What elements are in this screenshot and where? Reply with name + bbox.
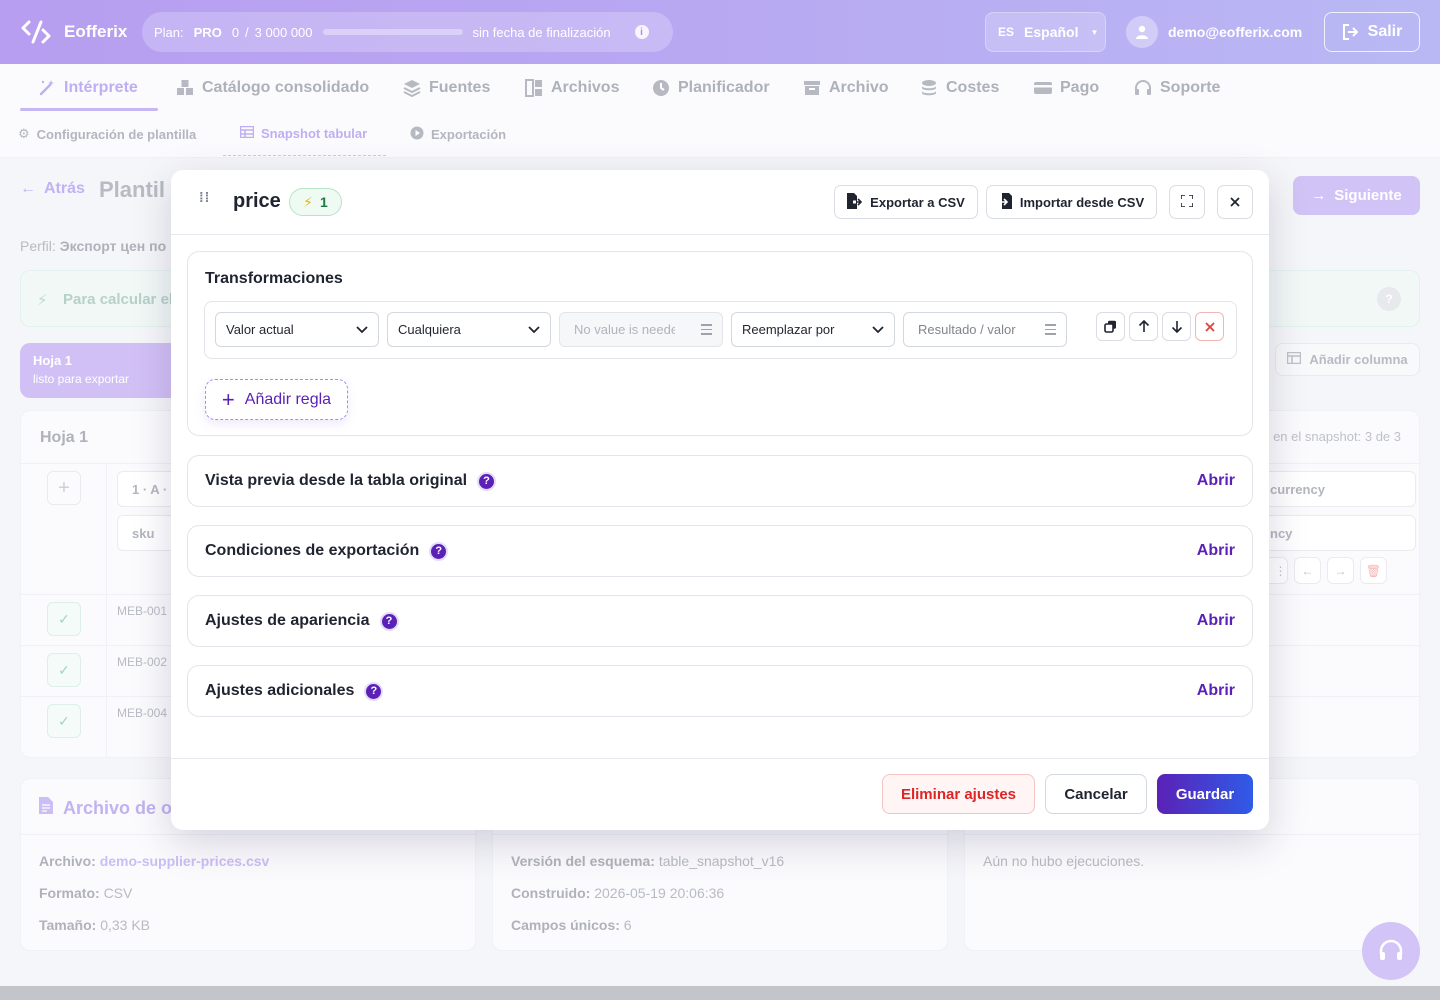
accordion-preview[interactable]: Vista previa desde la tabla original ? A… [187, 455, 1253, 507]
open-link[interactable]: Abrir [1197, 682, 1235, 700]
chevron-down-icon: ▼ [1090, 27, 1099, 37]
language-select[interactable]: ES Español ▼ [985, 12, 1106, 52]
accordion-title: Condiciones de exportación [205, 542, 420, 559]
plan-name: PRO [193, 24, 222, 40]
usage-separator: / [245, 24, 249, 40]
accordion-title: Ajustes adicionales [205, 682, 355, 699]
column-settings-modal: ⁞⁞ price ⚡ 1 Exportar a CSV Importar des… [171, 170, 1269, 830]
source-value: Valor actual [226, 322, 294, 337]
condition-value: Cualquiera [398, 322, 461, 337]
open-link[interactable]: Abrir [1197, 472, 1235, 490]
avatar [1126, 16, 1158, 48]
export-csv-label: Exportar a CSV [870, 194, 965, 210]
accordion-additional[interactable]: Ajustes adicionales ? Abrir [187, 665, 1253, 717]
modal-title: price [233, 190, 281, 212]
transformations-section: Transformaciones Valor actual Cualquiera… [187, 251, 1253, 436]
plan-status: Plan: PRO 0 / 3 000 000 sin fecha de fin… [142, 12, 673, 52]
plan-label: Plan: [154, 24, 184, 40]
open-link[interactable]: Abrir [1197, 542, 1235, 560]
user-email: demo@eofferix.com [1168, 24, 1303, 40]
badge-count: 1 [320, 194, 328, 210]
app-logo[interactable]: Eofferix [20, 18, 127, 46]
delete-settings-button[interactable]: Eliminar ajustes [882, 774, 1035, 814]
list-icon[interactable] [1045, 324, 1056, 335]
import-csv-button[interactable]: Importar desde CSV [986, 185, 1157, 219]
add-rule-label: Añadir regla [244, 390, 332, 408]
action-value: Reemplazar por [742, 322, 835, 337]
result-input[interactable]: Resultado / valor [903, 312, 1067, 347]
modal-footer-divider [171, 758, 1269, 759]
delete-rule-button[interactable] [1195, 312, 1224, 341]
result-placeholder: Resultado / valor [918, 322, 1016, 337]
accordion-title: Vista previa desde la tabla original [205, 472, 468, 489]
help-icon[interactable]: ? [429, 541, 449, 561]
cancel-button[interactable]: Cancelar [1045, 774, 1147, 814]
accordion-appearance[interactable]: Ajustes de apariencia ? Abrir [187, 595, 1253, 647]
copy-icon [1104, 320, 1116, 333]
language-code: ES [998, 25, 1015, 39]
action-select[interactable]: Reemplazar por [731, 312, 895, 347]
arrow-up-icon [1138, 320, 1149, 332]
file-import-icon [998, 192, 1012, 212]
move-down-button[interactable] [1162, 312, 1191, 341]
bottom-bar [0, 986, 1440, 1000]
help-icon[interactable]: ? [364, 681, 384, 701]
export-csv-button[interactable]: Exportar a CSV [834, 185, 978, 219]
rules-count-badge: ⚡ 1 [289, 188, 342, 216]
info-icon[interactable]: i [634, 25, 649, 39]
chevron-down-icon [872, 322, 884, 337]
usage-progress-bar [322, 29, 463, 35]
usage-total: 3 000 000 [254, 24, 313, 40]
close-icon [1204, 321, 1215, 332]
language-name: Español [1024, 24, 1079, 40]
source-select[interactable]: Valor actual [215, 312, 379, 347]
arrow-down-icon [1171, 321, 1182, 333]
condition-select[interactable]: Cualquiera [387, 312, 551, 347]
logout-icon [1342, 24, 1359, 40]
logout-button[interactable]: Salir [1324, 12, 1420, 52]
modal-header: ⁞⁞ price ⚡ 1 Exportar a CSV Importar des… [171, 170, 1269, 235]
import-csv-label: Importar desde CSV [1019, 194, 1145, 210]
close-button[interactable] [1217, 185, 1253, 219]
plus-icon: + [221, 386, 235, 412]
usage-used: 0 [231, 24, 240, 40]
duplicate-rule-button[interactable] [1096, 312, 1125, 341]
user-menu[interactable]: demo@eofferix.com [1126, 16, 1302, 48]
condition-value-placeholder: No value is needed [574, 322, 675, 337]
save-button[interactable]: Guardar [1157, 774, 1253, 814]
condition-value-input: No value is needed [559, 312, 723, 347]
logout-label: Salir [1367, 23, 1403, 40]
logo-icon [21, 20, 51, 44]
chevron-down-icon [528, 322, 540, 337]
app-name: Eofferix [64, 22, 128, 41]
chevron-down-icon [356, 322, 368, 337]
drag-handle-icon[interactable]: ⁞⁞ [199, 190, 210, 204]
plan-expiry: sin fecha de finalización [472, 24, 611, 40]
add-rule-button[interactable]: + Añadir regla [205, 379, 348, 420]
accordion-title: Ajustes de apariencia [205, 612, 370, 629]
fullscreen-button[interactable] [1169, 185, 1205, 219]
section-title: Transformaciones [205, 270, 343, 287]
expand-icon [1180, 193, 1194, 210]
top-header: Eofferix Plan: PRO 0 / 3 000 000 sin fec… [0, 0, 1440, 64]
accordion-export-conditions[interactable]: Condiciones de exportación ? Abrir [187, 525, 1253, 577]
transformation-rule: Valor actual Cualquiera No value is need… [204, 301, 1237, 359]
open-link[interactable]: Abrir [1197, 612, 1235, 630]
bolt-icon: ⚡ [303, 193, 314, 210]
help-icon[interactable]: ? [477, 471, 497, 491]
help-icon[interactable]: ? [379, 611, 399, 631]
close-icon [1230, 195, 1240, 210]
list-icon [701, 324, 712, 335]
move-up-button[interactable] [1129, 312, 1158, 341]
user-icon [1136, 25, 1148, 39]
file-export-icon [847, 192, 863, 212]
